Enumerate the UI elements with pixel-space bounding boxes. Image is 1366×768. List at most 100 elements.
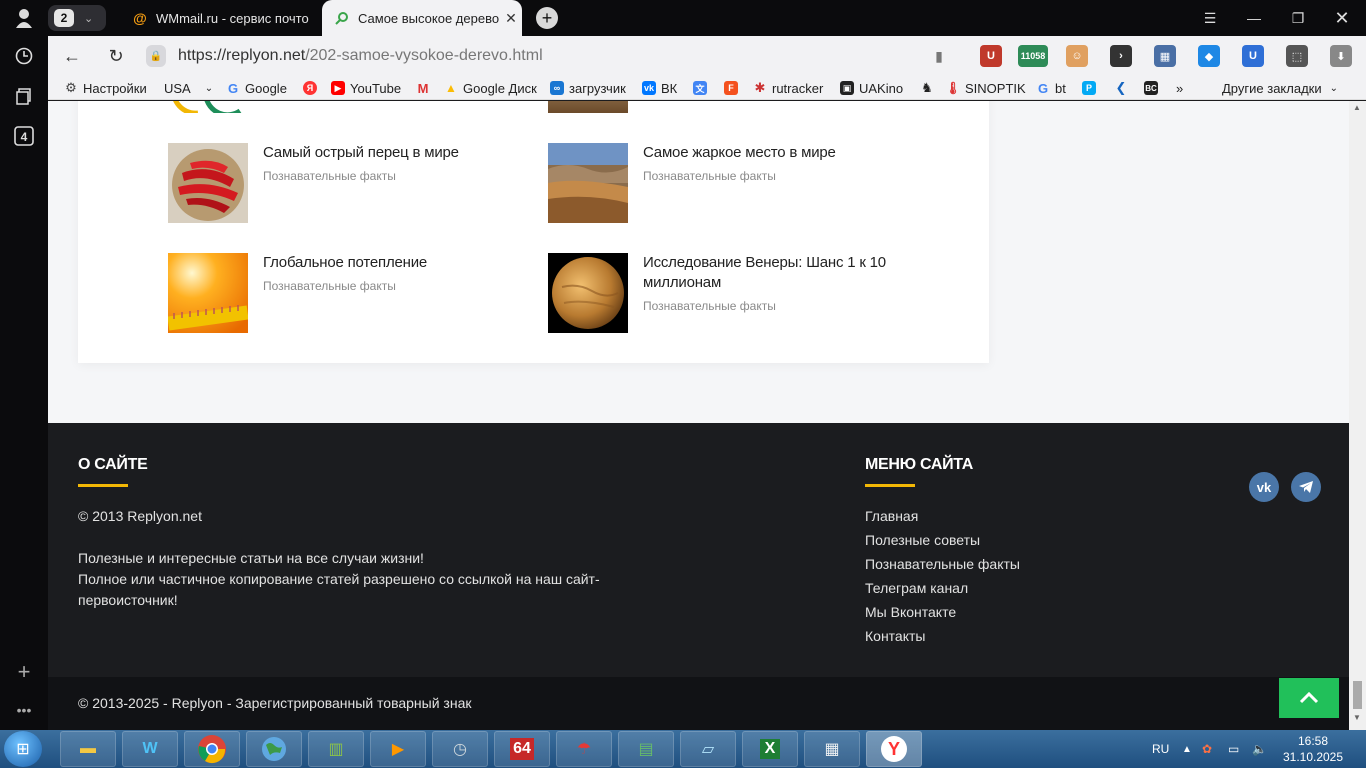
network-icon[interactable]: ▭	[1228, 730, 1239, 768]
back-icon[interactable]: ←	[60, 44, 84, 68]
lock-icon[interactable]: 🔒	[146, 45, 166, 67]
article-title[interactable]: Глобальное потепление	[263, 253, 513, 273]
media-taskbar-icon[interactable]: ▶	[370, 731, 426, 767]
memory-taskbar-icon[interactable]: ▥	[308, 731, 364, 767]
bookmark-google[interactable]: G Google	[226, 79, 287, 97]
vk-icon[interactable]: vk	[1249, 472, 1279, 502]
other-bookmarks[interactable]: Другие закладки ⌄	[1222, 79, 1338, 97]
article-thumbnail-partial[interactable]	[548, 101, 628, 113]
scroll-to-top-button[interactable]	[1279, 678, 1339, 718]
bookmark-bt[interactable]: Gbt	[1036, 79, 1066, 97]
restore-icon[interactable]: ❐	[1276, 0, 1320, 36]
menu-icon[interactable]: ☰	[1188, 0, 1232, 36]
bookmark-loader[interactable]: ∞ загрузчик	[550, 79, 626, 97]
umbrella-taskbar-icon[interactable]: ☂	[556, 731, 612, 767]
clock-taskbar-icon[interactable]: ◷	[432, 731, 488, 767]
window-close-icon[interactable]: ✕	[1320, 0, 1364, 36]
new-tab-button[interactable]: +	[536, 7, 558, 29]
article-title[interactable]: Самый острый перец в мире	[263, 143, 513, 163]
bookmark-uakino[interactable]: ▣ UAKino	[840, 79, 903, 97]
minimize-icon[interactable]: —	[1232, 0, 1276, 36]
article-thumbnail[interactable]	[168, 143, 248, 223]
article-item[interactable]: Самое жаркое место в мире Познавательные…	[548, 143, 893, 223]
article-category[interactable]: Познавательные факты	[263, 169, 513, 183]
url-field[interactable]: https://replyon.net/202-samoe-vysokoe-de…	[178, 47, 543, 65]
bookmark-settings[interactable]: ⚙ Настройки	[64, 79, 147, 97]
footer-link-tips[interactable]: Полезные советы	[865, 531, 1020, 555]
footer-link-facts[interactable]: Познавательные факты	[865, 555, 1020, 579]
bookmark-drive[interactable]: ▲ Google Диск	[444, 79, 537, 97]
aida64-taskbar-icon[interactable]: 64	[494, 731, 550, 767]
volume-icon[interactable]: 🔈	[1252, 730, 1267, 768]
chrome-taskbar-icon[interactable]	[184, 731, 240, 767]
article-item[interactable]: Глобальное потепление Познавательные фак…	[167, 253, 513, 333]
diamond-extension-icon[interactable]: ◆	[1198, 45, 1220, 67]
scroll-down-icon[interactable]: ▼	[1353, 713, 1361, 722]
notes-taskbar-icon[interactable]: ▱	[680, 731, 736, 767]
screen-extension-icon[interactable]: ▦	[1154, 45, 1176, 67]
reload-icon[interactable]: ↻	[104, 44, 128, 68]
bookmark-p[interactable]: P	[1082, 79, 1101, 97]
bookmark-f[interactable]: F	[724, 79, 743, 97]
bookmarks-more-button[interactable]: »	[1176, 79, 1183, 97]
bookmark-yandex[interactable]: Я	[303, 79, 322, 97]
notifications-badge-icon[interactable]: 4	[10, 122, 38, 150]
footer-link-home[interactable]: Главная	[865, 507, 1020, 531]
article-thumbnail[interactable]	[167, 253, 249, 333]
tab-wmmail[interactable]: @ WMmail.ru - сервис почто	[120, 0, 320, 36]
collections-icon[interactable]	[10, 82, 38, 110]
article-title[interactable]: Самое жаркое место в мире	[643, 143, 893, 163]
article-thumbnail-partial[interactable]	[168, 101, 248, 113]
yandex-browser-taskbar-icon[interactable]: Y	[866, 731, 922, 767]
start-button[interactable]: ⊞	[4, 731, 42, 767]
history-icon[interactable]	[10, 42, 38, 70]
emoji-extension-icon[interactable]: ☺	[1066, 45, 1088, 67]
bookmark-usa[interactable]: USA ⌄	[164, 79, 213, 97]
tab-active[interactable]: Самое высокое дерево ✕	[322, 0, 522, 36]
bookmark-arrow[interactable]: ❮	[1114, 79, 1133, 97]
bookmark-vk[interactable]: vk ВК	[642, 79, 677, 97]
tray-app-icon[interactable]: ✿	[1202, 730, 1212, 768]
footer-link-telegram[interactable]: Телеграм канал	[865, 579, 1020, 603]
calculator-taskbar-icon[interactable]: ▦	[804, 731, 860, 767]
article-thumbnail[interactable]	[548, 143, 628, 223]
download-icon[interactable]: ⬇	[1330, 45, 1352, 67]
footer-link-vk[interactable]: Мы Вконтакте	[865, 603, 1020, 627]
system-clock[interactable]: 16:58 31.10.2025	[1280, 733, 1346, 765]
footer-link-contacts[interactable]: Контакты	[865, 627, 1020, 651]
article-category[interactable]: Познавательные факты	[643, 299, 893, 313]
page-scrollbar[interactable]: ▲ ▼	[1349, 101, 1366, 730]
add-panel-icon[interactable]: +	[10, 658, 38, 686]
bookmark-translate[interactable]: 文	[693, 79, 712, 97]
excel-taskbar-icon[interactable]: X	[742, 731, 798, 767]
bookmark-sinoptik[interactable]: 🌡 SINOPTIK	[945, 79, 1025, 97]
close-icon[interactable]: ✕	[500, 10, 522, 27]
article-item[interactable]: Самый острый перец в мире Познавательные…	[168, 143, 513, 223]
telegram-icon[interactable]	[1291, 472, 1321, 502]
extensions-icon[interactable]: ⬚	[1286, 45, 1308, 67]
adblock-extension-icon[interactable]: U	[980, 45, 1002, 67]
scrollbar-thumb[interactable]	[1353, 681, 1362, 709]
terminal-taskbar-icon[interactable]: ▤	[618, 731, 674, 767]
counter-extension-icon[interactable]: 11058	[1018, 45, 1048, 67]
more-icon[interactable]: •••	[10, 696, 38, 724]
tray-expand-icon[interactable]: ▲	[1182, 730, 1192, 768]
bookmark-rutracker[interactable]: ✱ rutracker	[753, 79, 824, 97]
explorer-taskbar-icon[interactable]: ▬	[60, 731, 116, 767]
profile-icon[interactable]	[10, 4, 38, 32]
bookmark-youtube[interactable]: ▶ YouTube	[331, 79, 401, 97]
language-indicator[interactable]: RU	[1152, 730, 1169, 768]
article-title[interactable]: Исследование Венеры: Шанс 1 к 10 миллион…	[643, 253, 893, 293]
article-category[interactable]: Познавательные факты	[643, 169, 893, 183]
article-category[interactable]: Познавательные факты	[263, 279, 513, 293]
shield-extension-icon[interactable]: U	[1242, 45, 1264, 67]
bookmark-gmail[interactable]: M	[416, 79, 435, 97]
reader-extension-icon[interactable]: ›	[1110, 45, 1132, 67]
article-item[interactable]: Исследование Венеры: Шанс 1 к 10 миллион…	[548, 253, 893, 333]
bookmark-bc[interactable]: BC	[1144, 79, 1163, 97]
bookmark-icon[interactable]: ▮	[928, 45, 950, 67]
tab-count-button[interactable]: 2 ⌄	[48, 5, 106, 31]
scroll-up-icon[interactable]: ▲	[1353, 103, 1361, 112]
article-thumbnail[interactable]	[548, 253, 628, 333]
bookmark-chess[interactable]: ♞	[920, 79, 939, 97]
